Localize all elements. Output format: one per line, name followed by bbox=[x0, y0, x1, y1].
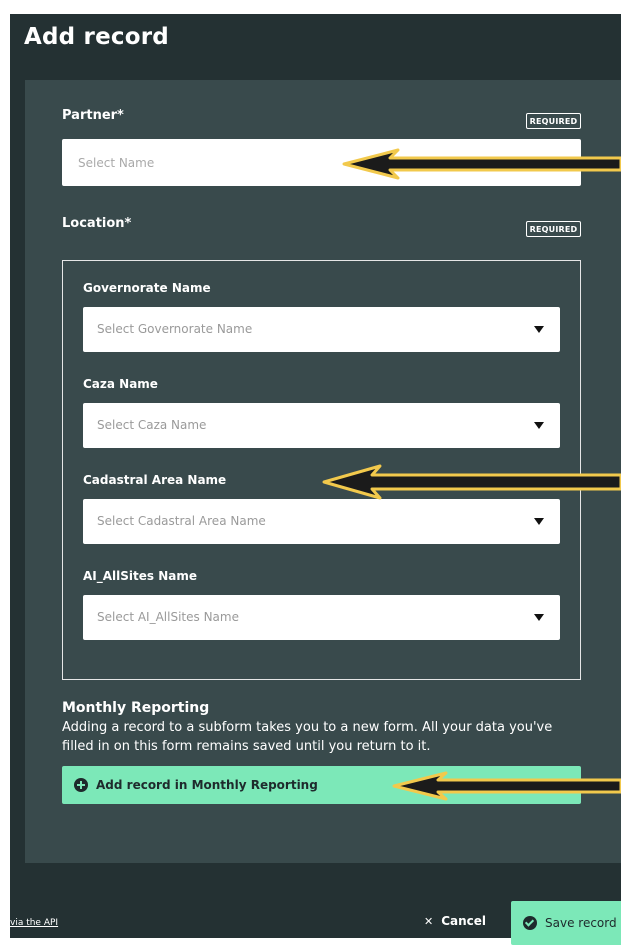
caza-select[interactable]: Select Caza Name bbox=[83, 403, 560, 448]
chevron-down-icon bbox=[534, 614, 544, 621]
cancel-label: Cancel bbox=[441, 914, 487, 928]
chevron-down-icon bbox=[534, 518, 544, 525]
cadastral-area-label: Cadastral Area Name bbox=[83, 473, 227, 487]
location-group: Governorate Name Select Governorate Name… bbox=[62, 260, 581, 680]
cancel-button[interactable]: ✕ Cancel bbox=[424, 914, 486, 928]
close-icon: ✕ bbox=[424, 914, 434, 928]
location-label: Location* bbox=[62, 216, 132, 231]
add-subform-record-button[interactable]: Add record in Monthly Reporting bbox=[62, 766, 581, 804]
ai-allsites-placeholder: Select AI_AllSites Name bbox=[97, 610, 239, 624]
governorate-select[interactable]: Select Governorate Name bbox=[83, 307, 560, 352]
ai-allsites-label: AI_AllSites Name bbox=[83, 569, 197, 583]
governorate-placeholder: Select Governorate Name bbox=[97, 322, 253, 336]
save-record-label: Save record bbox=[545, 916, 617, 930]
partner-required-badge: REQUIRED bbox=[526, 113, 581, 129]
check-circle-icon bbox=[523, 916, 537, 930]
form-panel: Partner* REQUIRED Location* REQUIRED Gov… bbox=[25, 80, 621, 863]
cadastral-area-placeholder: Select Cadastral Area Name bbox=[97, 514, 266, 528]
location-required-badge: REQUIRED bbox=[526, 221, 581, 237]
partner-input[interactable] bbox=[62, 139, 581, 186]
api-link[interactable]: via the API bbox=[10, 918, 58, 928]
cadastral-area-select[interactable]: Select Cadastral Area Name bbox=[83, 499, 560, 544]
caza-placeholder: Select Caza Name bbox=[97, 418, 207, 432]
subform-description: Adding a record to a subform takes you t… bbox=[62, 720, 553, 754]
caza-label: Caza Name bbox=[83, 377, 158, 391]
chevron-down-icon bbox=[534, 422, 544, 429]
subform-title: Monthly Reporting bbox=[62, 700, 210, 716]
dialog-title: Add record bbox=[24, 24, 169, 50]
partner-label: Partner* bbox=[62, 108, 124, 123]
add-record-dialog: Add record Partner* REQUIRED Location* R… bbox=[10, 14, 621, 945]
chevron-down-icon bbox=[534, 326, 544, 333]
governorate-label: Governorate Name bbox=[83, 281, 211, 295]
ai-allsites-select[interactable]: Select AI_AllSites Name bbox=[83, 595, 560, 640]
add-subform-record-label: Add record in Monthly Reporting bbox=[96, 778, 318, 792]
save-record-button[interactable]: Save record bbox=[511, 901, 621, 945]
plus-circle-icon bbox=[74, 778, 88, 792]
